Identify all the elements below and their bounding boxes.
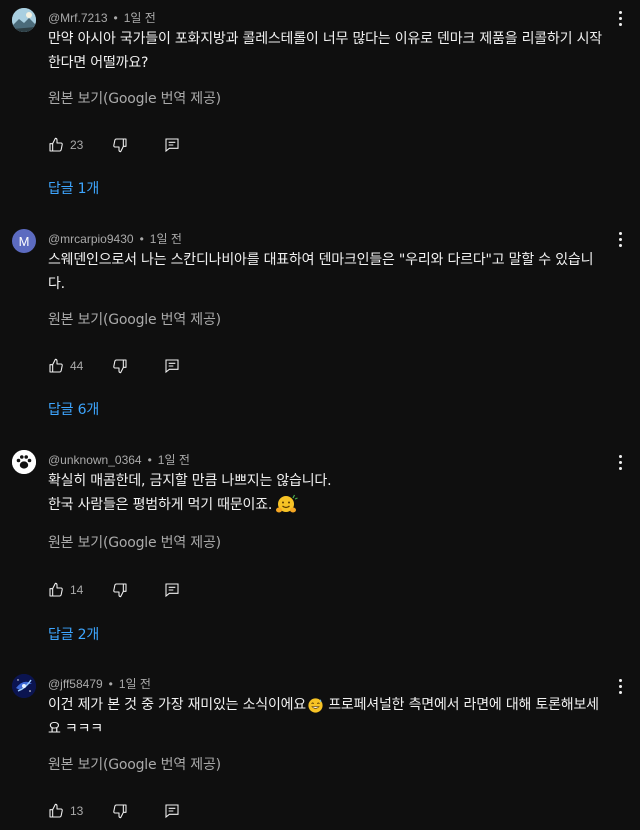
- replies-toggle[interactable]: 답글 1개: [48, 178, 99, 198]
- timestamp[interactable]: 1일 전: [158, 453, 190, 467]
- comment-text-line-wrap: 이건 제가 본 것 중 가장 재미있는 소식이에요 프로페셔널한 측면에서 라면…: [48, 693, 608, 717]
- comment-text-line: 한다면 어떨까요?: [48, 55, 149, 71]
- thumbs-up-icon[interactable]: [48, 358, 64, 374]
- author-name[interactable]: @Mrf.7213: [48, 11, 108, 25]
- landscape-avatar-icon: [12, 8, 36, 32]
- thumbs-down-icon[interactable]: [112, 803, 128, 819]
- comment-meta: @unknown_0364 • 1일 전: [48, 451, 190, 468]
- comment-text-line: 이건 제가 본 것 중 가장 재미있는 소식이에요: [48, 697, 306, 713]
- avatar[interactable]: M: [12, 229, 36, 253]
- comment-text-line: 다.: [48, 276, 65, 292]
- action-bar: 14: [48, 580, 180, 600]
- comment-text-line: 만약 아시아 국가들이 포화지방과 콜레스테롤이 너무 많다는 이유로 덴마크 …: [48, 31, 602, 47]
- separator-dot: •: [113, 11, 118, 25]
- action-bar: 23: [48, 135, 180, 155]
- avatar[interactable]: [12, 8, 36, 32]
- thumbs-up-icon[interactable]: [48, 582, 64, 598]
- avatar-letter: M: [18, 233, 30, 249]
- timestamp[interactable]: 1일 전: [150, 232, 182, 246]
- comment-text: 스웨덴인으로서 나는 스칸디나비아를 대표하여 덴마크인들은 "우리와 다르다"…: [48, 248, 608, 296]
- grinning-sweat-emoji-icon: [308, 697, 323, 713]
- view-original-link[interactable]: 원본 보기(Google 번역 제공): [48, 532, 221, 552]
- thumbs-down-icon[interactable]: [112, 137, 128, 153]
- comment-text-line: 한국 사람들은 평범하게 먹기 때문이죠.: [48, 497, 273, 513]
- reply-icon[interactable]: [164, 582, 180, 598]
- thumbs-down-icon[interactable]: [112, 358, 128, 374]
- view-original-link[interactable]: 원본 보기(Google 번역 제공): [48, 754, 221, 774]
- reply-icon[interactable]: [164, 358, 180, 374]
- more-options-icon[interactable]: [612, 452, 628, 472]
- action-bar: 13: [48, 801, 180, 821]
- comment-text-line: 요 ㅋㅋㅋ: [48, 721, 103, 737]
- avatar[interactable]: [12, 674, 36, 698]
- like-count: 23: [70, 138, 84, 152]
- timestamp[interactable]: 1일 전: [124, 11, 156, 25]
- comment-meta: @jff58479 • 1일 전: [48, 675, 151, 692]
- like-count: 13: [70, 804, 84, 818]
- comment-text: 확실히 매콤한데, 금지할 만큼 나쁘지는 않습니다. 한국 사람들은 평범하게…: [48, 469, 608, 517]
- separator-dot: •: [139, 232, 144, 246]
- separator-dot: •: [108, 677, 113, 691]
- paw-avatar-icon: [12, 450, 36, 474]
- like-count: 14: [70, 583, 84, 597]
- separator-dot: •: [147, 453, 152, 467]
- view-original-link[interactable]: 원본 보기(Google 번역 제공): [48, 88, 221, 108]
- comment-text-line: 스웨덴인으로서 나는 스칸디나비아를 대표하여 덴마크인들은 "우리와 다르다"…: [48, 252, 594, 268]
- comment-text: 만약 아시아 국가들이 포화지방과 콜레스테롤이 너무 많다는 이유로 덴마크 …: [48, 27, 608, 75]
- comment-text-line-wrap: 한국 사람들은 평범하게 먹기 때문이죠.: [48, 493, 608, 517]
- replies-toggle[interactable]: 답글 6개: [48, 399, 99, 419]
- more-options-icon[interactable]: [612, 676, 628, 696]
- thumbs-down-icon[interactable]: [112, 582, 128, 598]
- author-name[interactable]: @jff58479: [48, 677, 103, 691]
- thumbs-up-icon[interactable]: [48, 803, 64, 819]
- thumbs-up-icon[interactable]: [48, 137, 64, 153]
- comment-text-line: 확실히 매콤한데, 금지할 만큼 나쁘지는 않습니다.: [48, 473, 332, 489]
- timestamp[interactable]: 1일 전: [119, 677, 151, 691]
- hugging-face-emoji-icon: [276, 494, 298, 513]
- author-name[interactable]: @mrcarpio9430: [48, 232, 134, 246]
- comment-meta: @Mrf.7213 • 1일 전: [48, 9, 156, 26]
- like-count: 44: [70, 359, 84, 373]
- view-original-link[interactable]: 원본 보기(Google 번역 제공): [48, 309, 221, 329]
- replies-toggle[interactable]: 답글 2개: [48, 624, 99, 644]
- galaxy-avatar-icon: [12, 674, 36, 698]
- avatar[interactable]: [12, 450, 36, 474]
- action-bar: 44: [48, 356, 180, 376]
- more-options-icon[interactable]: [612, 229, 628, 249]
- reply-icon[interactable]: [164, 137, 180, 153]
- reply-icon[interactable]: [164, 803, 180, 819]
- comment-text: 이건 제가 본 것 중 가장 재미있는 소식이에요 프로페셔널한 측면에서 라면…: [48, 693, 608, 741]
- comment-meta: @mrcarpio9430 • 1일 전: [48, 230, 182, 247]
- more-options-icon[interactable]: [612, 8, 628, 28]
- comment-text-line: 프로페셔널한 측면에서 라면에 대해 토론해보세: [324, 697, 599, 713]
- author-name[interactable]: @unknown_0364: [48, 453, 142, 467]
